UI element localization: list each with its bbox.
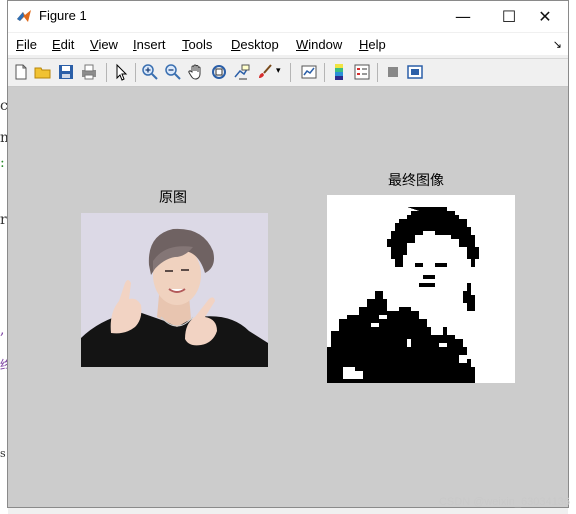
menu-window[interactable]: Window xyxy=(296,37,342,52)
original-photo xyxy=(81,213,268,367)
pan-hand-icon[interactable] xyxy=(187,63,205,81)
toolbar-separator xyxy=(135,63,136,82)
watermark: CSDN @weixin_63034136 xyxy=(438,496,570,508)
bg-text-fragment: r xyxy=(0,212,7,228)
rotate-3d-icon[interactable] xyxy=(210,63,228,81)
background-editor-right xyxy=(568,0,576,514)
final-image-title: 最终图像 xyxy=(388,173,444,189)
figure-toolbar: ▾ xyxy=(8,58,568,87)
menu-bar: File Edit View Insert Tools Desktop Wind… xyxy=(8,33,568,55)
toolbar-separator xyxy=(377,63,378,82)
data-cursor-icon[interactable] xyxy=(233,63,251,81)
figure-window: Figure 1 — ☐ ✕ File Edit View Insert Too… xyxy=(7,0,569,508)
menu-insert[interactable]: Insert xyxy=(133,37,166,52)
menu-file[interactable]: File xyxy=(16,37,37,52)
bg-text-fragment: s xyxy=(0,447,6,460)
legend-icon[interactable] xyxy=(353,63,371,81)
menu-desktop[interactable]: Desktop xyxy=(231,37,279,52)
hide-plot-tools-icon[interactable] xyxy=(384,63,402,81)
menu-help[interactable]: Help xyxy=(359,37,386,52)
title-bar[interactable]: Figure 1 — ☐ ✕ xyxy=(8,1,568,32)
link-plot-icon[interactable] xyxy=(300,63,318,81)
menubar-dock-arrow-icon[interactable]: ↘ xyxy=(553,38,562,51)
toolbar-separator xyxy=(324,63,325,82)
original-image-title: 原图 xyxy=(159,190,187,206)
bg-text-fragment: : xyxy=(0,155,5,171)
new-figure-icon[interactable] xyxy=(12,63,30,81)
menu-view[interactable]: View xyxy=(90,37,118,52)
zoom-in-icon[interactable] xyxy=(141,63,159,81)
select-arrow-icon[interactable] xyxy=(112,63,130,81)
binary-final-image xyxy=(327,195,515,383)
window-title: Figure 1 xyxy=(39,8,87,23)
menu-edit[interactable]: Edit xyxy=(52,37,74,52)
toolbar-separator xyxy=(106,63,107,82)
minimize-button[interactable]: — xyxy=(440,1,486,32)
menu-tools[interactable]: Tools xyxy=(182,37,212,52)
close-button[interactable]: ✕ xyxy=(522,1,568,32)
colorbar-icon[interactable] xyxy=(330,63,348,81)
print-icon[interactable] xyxy=(80,63,98,81)
brush-icon[interactable] xyxy=(256,63,274,81)
show-plot-tools-icon[interactable] xyxy=(406,63,424,81)
figure-canvas[interactable]: 原图 最终图像 xyxy=(8,87,568,507)
open-file-icon[interactable] xyxy=(34,63,52,81)
toolbar-separator xyxy=(290,63,291,82)
save-icon[interactable] xyxy=(57,63,75,81)
brush-dropdown-icon[interactable]: ▾ xyxy=(276,66,284,84)
bg-text-fragment: , xyxy=(0,322,5,338)
zoom-out-icon[interactable] xyxy=(164,63,182,81)
matlab-logo-icon xyxy=(17,10,31,22)
